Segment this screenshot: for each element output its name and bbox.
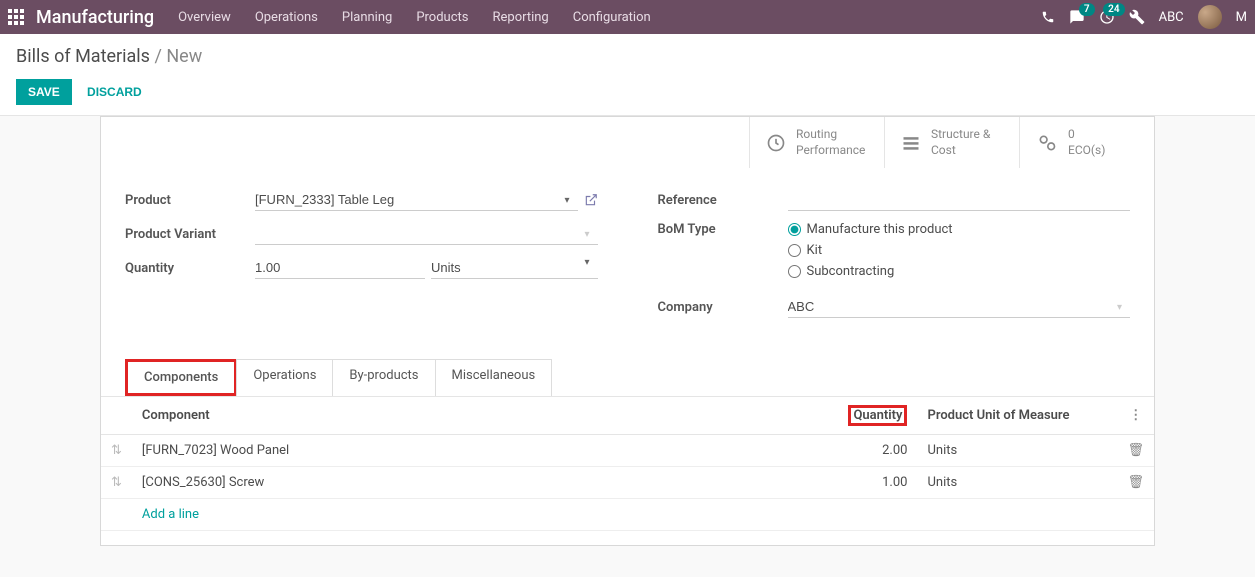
product-field[interactable] — [255, 189, 578, 211]
external-link-icon[interactable] — [584, 193, 598, 207]
gears-icon — [1036, 133, 1058, 153]
th-quantity: Quantity — [827, 397, 917, 435]
reference-field[interactable] — [788, 189, 1131, 211]
clock-icon — [766, 133, 786, 153]
stat-routing[interactable]: Routing Performance — [749, 117, 884, 168]
chevron-down-icon[interactable]: ▾ — [584, 229, 593, 240]
add-line-link[interactable]: Add a line — [142, 507, 199, 522]
phone-icon[interactable] — [1041, 10, 1055, 24]
save-button[interactable]: SAVE — [16, 79, 72, 105]
discard-button[interactable]: DISCARD — [75, 79, 154, 105]
tab-bar: Components Operations By-products Miscel… — [101, 359, 1154, 396]
th-uom: Product Unit of Measure — [917, 397, 1117, 435]
stat-structure[interactable]: Structure & Cost — [884, 117, 1019, 168]
nav-overview[interactable]: Overview — [178, 10, 231, 25]
top-nav: Manufacturing Overview Operations Planni… — [0, 0, 1255, 34]
chat-icon[interactable]: 7 — [1069, 9, 1085, 25]
activity-badge: 24 — [1103, 3, 1124, 16]
nav-operations[interactable]: Operations — [255, 10, 318, 25]
nav-right: 7 24 ABC M — [1041, 5, 1247, 29]
nav-configuration[interactable]: Configuration — [573, 10, 651, 25]
user-avatar[interactable] — [1198, 5, 1222, 29]
stat-button-row: Routing Performance Structure & Cost 0 — [101, 117, 1154, 168]
chevron-down-icon[interactable]: ▾ — [1117, 302, 1126, 313]
activity-icon[interactable]: 24 — [1099, 9, 1115, 25]
variant-field[interactable] — [255, 223, 598, 245]
radio-subcontracting[interactable] — [788, 265, 801, 278]
nav-planning[interactable]: Planning — [342, 10, 392, 25]
drag-icon[interactable]: ⇅ — [111, 443, 122, 458]
radio-manufacture[interactable] — [788, 223, 801, 236]
company-field[interactable] — [788, 296, 1131, 318]
table-row[interactable]: ⇅ [CONS_25630] Screw 1.00 Units 🗑 — [101, 467, 1154, 499]
stat-eco[interactable]: 0 ECO(s) — [1019, 117, 1154, 168]
debug-icon[interactable] — [1129, 9, 1145, 25]
breadcrumb-parent[interactable]: Bills of Materials — [16, 46, 150, 67]
kebab-icon[interactable]: ⋮ — [1129, 408, 1142, 423]
chevron-down-icon[interactable]: ▾ — [564, 195, 573, 206]
chat-badge: 7 — [1079, 3, 1095, 16]
nav-reporting[interactable]: Reporting — [493, 10, 549, 25]
label-bom-type: BoM Type — [658, 222, 788, 237]
radio-kit[interactable] — [788, 244, 801, 257]
breadcrumb-current: New — [166, 46, 202, 67]
app-title: Manufacturing — [36, 7, 154, 28]
nav-menu: Overview Operations Planning Products Re… — [178, 10, 1040, 25]
tab-components[interactable]: Components — [125, 359, 237, 396]
quantity-field[interactable] — [255, 257, 425, 279]
table-row[interactable]: ⇅ [FURN_7023] Wood Panel 2.00 Units 🗑 — [101, 435, 1154, 467]
breadcrumb: Bills of Materials / New — [16, 46, 1239, 67]
nav-products[interactable]: Products — [416, 10, 468, 25]
label-reference: Reference — [658, 193, 788, 208]
uom-field[interactable] — [431, 257, 598, 279]
trash-icon[interactable]: 🗑 — [1127, 443, 1144, 458]
th-component: Component — [132, 397, 828, 435]
components-table: Component Quantity Product Unit of Measu… — [101, 396, 1154, 531]
trash-icon[interactable]: 🗑 — [1127, 475, 1144, 490]
label-quantity: Quantity — [125, 261, 255, 276]
label-company: Company — [658, 300, 788, 315]
tab-byproducts[interactable]: By-products — [332, 359, 435, 396]
tab-misc[interactable]: Miscellaneous — [435, 359, 553, 396]
user-initial: M — [1236, 10, 1247, 25]
label-variant: Product Variant — [125, 227, 255, 242]
chevron-down-icon[interactable]: ▾ — [584, 257, 593, 268]
apps-grid-icon[interactable] — [8, 9, 24, 25]
form-sheet: Routing Performance Structure & Cost 0 — [100, 116, 1155, 546]
list-icon — [901, 133, 921, 153]
label-product: Product — [125, 193, 255, 208]
company-switcher[interactable]: ABC — [1159, 10, 1184, 25]
tab-operations[interactable]: Operations — [236, 359, 333, 396]
control-panel: Bills of Materials / New SAVE DISCARD — [0, 34, 1255, 116]
drag-icon[interactable]: ⇅ — [111, 475, 122, 490]
